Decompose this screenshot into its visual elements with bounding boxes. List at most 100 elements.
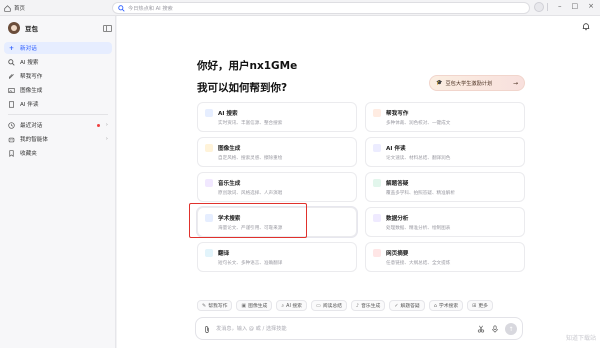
image-icon (205, 144, 213, 152)
close-icon[interactable]: × (588, 2, 594, 10)
sidebar-item-my-agents[interactable]: 我的智能体 › (4, 133, 112, 145)
search-bar[interactable]: 今日热点和 AI 搜索 (112, 2, 530, 14)
music-icon: ♪ (355, 302, 360, 309)
sidebar-item-writing[interactable]: 帮我写作 (4, 70, 112, 82)
card-title: 音乐生成 (218, 181, 241, 187)
microphone-icon[interactable] (491, 325, 499, 333)
sidebar-item-ai-search[interactable]: AI 搜索 (4, 56, 112, 68)
composer-placeholder: 发消息，输入 @ 或 / 选择技能 (216, 326, 287, 332)
chip-problem[interactable]: ✓ 解题答疑 (389, 300, 425, 311)
sidebar-item-label: AI 伴读 (20, 102, 39, 108)
quick-skills: ✎ 帮我写作 ▣ 图像生成 ⌕ AI 搜索 ▭ 阅读总结 ♪ 音乐生成 ✓ 解题答疑 ⌂ 学术… (197, 300, 493, 311)
search-icon (205, 109, 213, 117)
chart-icon (373, 214, 381, 222)
attach-icon[interactable] (204, 325, 210, 334)
grid-icon: ⊞ (472, 302, 477, 309)
sidebar-item-label: 新对话 (20, 46, 37, 52)
chip-writing[interactable]: ✎ 帮我写作 (197, 300, 233, 311)
chip-label: 解题答疑 (400, 304, 420, 309)
translate-icon (205, 249, 213, 257)
card-desc: 原创歌词、风格选择、人声演唱 (218, 191, 283, 196)
plan-button-label: 豆包大学生激励计划 (445, 80, 493, 87)
card-title: 数据分析 (386, 216, 409, 222)
card-desc: 覆盖多学科、拍照答疑、精准解析 (386, 191, 455, 196)
message-composer[interactable]: 发消息，输入 @ 或 / 选择技能 ↑ (195, 317, 523, 340)
pen-icon (373, 109, 381, 117)
search-icon (8, 58, 15, 66)
card-title: 网页摘要 (386, 251, 409, 257)
sidebar-item-label: 我的智能体 (20, 137, 48, 143)
sidebar-item-favorites[interactable]: 收藏夹 (4, 147, 112, 159)
card-writing[interactable]: 帮我写作 多种体裁、润色校对、一键成文 (365, 102, 525, 132)
card-translate[interactable]: 翻译 短句长文、多种语言、准确翻译 (197, 242, 357, 272)
chevron-right-icon: › (105, 122, 108, 128)
sidebar: 豆包 + 新对话 AI 搜索 帮我写作 图像生成 AI 伴读 最近对话 › 我的… (0, 16, 116, 348)
card-title: AI 伴读 (386, 146, 406, 152)
send-button[interactable]: ↑ (505, 323, 517, 335)
chip-reading[interactable]: ▭ 阅读总结 (310, 300, 347, 311)
bookmark-icon (8, 149, 15, 157)
search-placeholder: 今日热点和 AI 搜索 (128, 5, 173, 12)
card-data-analysis[interactable]: 数据分析 处理数据、精准分析、绘制图表 (365, 207, 525, 237)
tab-home[interactable]: 首页 (4, 3, 25, 13)
sidebar-item-label: 帮我写作 (20, 74, 43, 80)
divider (8, 114, 108, 115)
scissors-icon[interactable] (477, 325, 485, 333)
pen-icon: ✎ (202, 302, 207, 309)
top-bar: 首页 今日热点和 AI 搜索 – □ × (0, 0, 600, 16)
card-desc: 自定风格、搜索灵感、擦除重绘 (218, 156, 283, 161)
page-title: 我可以如何帮到你? (197, 82, 288, 94)
watermark: 知道下载站 (565, 335, 596, 342)
card-desc: 短句长文、多种语言、准确翻译 (218, 261, 283, 266)
chip-label: 图像生成 (248, 304, 268, 309)
sidebar-item-image-gen[interactable]: 图像生成 (4, 84, 112, 96)
sidebar-toggle-icon[interactable] (103, 25, 112, 32)
greeting: 你好，用户nx1GMe (197, 60, 298, 72)
chip-label: 学术搜索 (438, 304, 459, 309)
card-image-gen[interactable]: 图像生成 自定风格、搜索灵感、擦除重绘 (197, 137, 357, 167)
bell-icon[interactable] (582, 22, 590, 31)
arrow-up-icon: ↑ (508, 325, 514, 333)
web-icon (373, 249, 381, 257)
check-icon: ✓ (394, 302, 399, 309)
student-plan-button[interactable]: 🎓 豆包大学生激励计划 → (429, 75, 525, 91)
sidebar-item-new-chat[interactable]: + 新对话 (4, 42, 112, 54)
card-title: 图像生成 (218, 146, 241, 152)
arrow-right-icon: → (512, 79, 518, 87)
minimize-icon[interactable]: – (558, 2, 562, 10)
sidebar-item-ai-reading[interactable]: AI 伴读 (4, 98, 112, 110)
card-problem-solving[interactable]: 解题答疑 覆盖多学科、拍照答疑、精准解析 (365, 172, 525, 202)
book-icon: ▭ (315, 302, 321, 309)
card-desc: 处理数据、精准分析、绘制图表 (386, 226, 451, 231)
academic-icon: ⌂ (433, 302, 437, 309)
search-icon: ⌕ (281, 302, 285, 309)
main-panel: 你好，用户nx1GMe 我可以如何帮到你? 🎓 豆包大学生激励计划 → AI 搜… (117, 16, 600, 348)
chip-ai-search[interactable]: ⌕ AI 搜索 (276, 300, 307, 311)
chip-label: 阅读总结 (322, 304, 342, 309)
card-web-summary[interactable]: 网页摘要 任意链接、大纲总结、全文提炼 (365, 242, 525, 272)
music-icon (205, 179, 213, 187)
card-ai-search[interactable]: AI 搜索 实时资讯、丰富信源、整合搜索 (197, 102, 357, 132)
chip-image-gen[interactable]: ▣ 图像生成 (236, 300, 273, 311)
chip-more[interactable]: ⊞ 更多 (467, 300, 493, 311)
toolbar-right (534, 2, 548, 12)
chip-music[interactable]: ♪ 音乐生成 (350, 300, 386, 311)
sidebar-item-label: AI 搜索 (20, 60, 39, 66)
window-controls: – □ × (558, 2, 594, 10)
chip-label: AI 搜索 (286, 304, 302, 309)
card-title: 翻译 (218, 251, 230, 257)
card-music-gen[interactable]: 音乐生成 原创歌词、风格选择、人声演唱 (197, 172, 357, 202)
sidebar-item-recent[interactable]: 最近对话 › (4, 119, 112, 131)
sidebar-item-label: 收藏夹 (20, 151, 37, 157)
agents-tail: › (106, 136, 108, 142)
card-desc: 任意链接、大纲总结、全文提炼 (386, 261, 451, 266)
brand[interactable]: 豆包 (8, 22, 38, 34)
clock-icon (8, 121, 15, 129)
card-title: 帮我写作 (386, 111, 409, 117)
card-ai-reading[interactable]: AI 伴读 论文速读、材料总结、翻译润色 (365, 137, 525, 167)
chip-academic[interactable]: ⌂ 学术搜索 (428, 300, 464, 311)
card-desc: 多种体裁、润色校对、一键成文 (386, 121, 451, 126)
home-icon (4, 4, 11, 12)
profile-chip[interactable] (534, 2, 544, 12)
maximize-icon[interactable]: □ (572, 2, 579, 10)
